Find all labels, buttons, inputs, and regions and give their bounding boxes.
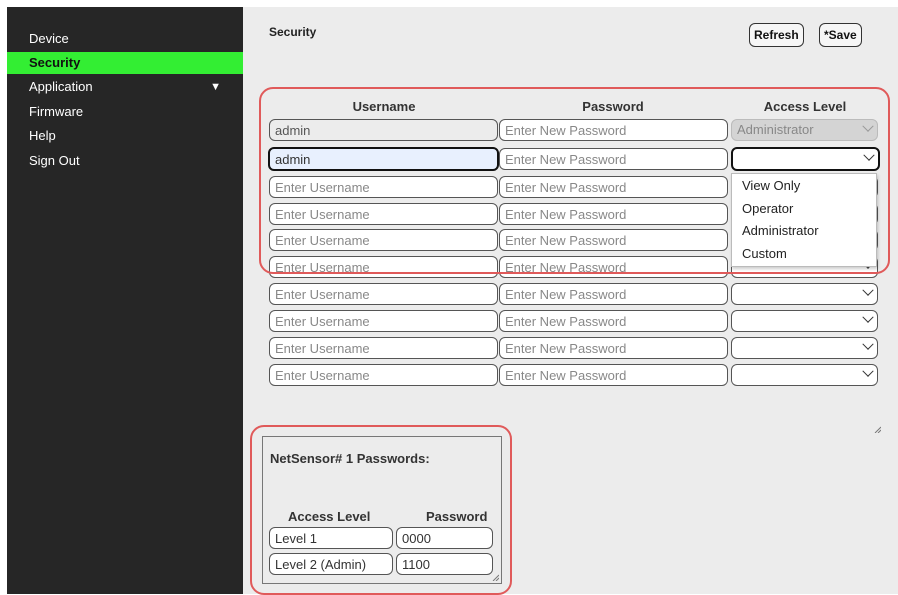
username-field[interactable]: [268, 147, 499, 171]
sidebar-item-application[interactable]: Application ▼: [7, 76, 243, 98]
level-name-field[interactable]: [269, 527, 393, 549]
password-field[interactable]: [499, 203, 728, 225]
username-field[interactable]: [269, 229, 498, 251]
chevron-down-icon: [863, 149, 875, 161]
resize-grip-icon[interactable]: [873, 425, 881, 433]
dropdown-option-custom[interactable]: Custom: [742, 246, 787, 261]
chevron-down-icon: [862, 284, 874, 296]
save-button[interactable]: *Save: [819, 23, 862, 47]
main-content: Security Refresh *Save Username Password…: [243, 7, 898, 595]
caret-down-icon: ▼: [210, 81, 221, 93]
sidebar-item-sign-out[interactable]: Sign Out: [7, 150, 243, 172]
chevron-down-icon: [862, 120, 874, 132]
column-header-access-level: Access Level: [763, 99, 847, 114]
netsensor-title: NetSensor# 1 Passwords:: [270, 451, 430, 466]
username-field[interactable]: [269, 176, 498, 198]
dropdown-option-administrator[interactable]: Administrator: [742, 223, 819, 238]
access-level-select[interactable]: [731, 283, 878, 305]
chevron-down-icon: [862, 365, 874, 377]
access-level-dropdown: View Only Operator Administrator Custom: [731, 173, 877, 267]
resize-grip-icon[interactable]: [491, 573, 499, 581]
access-level-value: Administrator: [737, 122, 814, 137]
password-field[interactable]: [499, 119, 728, 141]
password-field[interactable]: [499, 256, 728, 278]
sidebar-item-firmware[interactable]: Firmware: [7, 101, 243, 123]
access-level-select[interactable]: [731, 364, 878, 386]
password-field[interactable]: [499, 310, 728, 332]
column-header-password: Password: [426, 509, 488, 524]
sidebar-item-security[interactable]: Security: [7, 52, 243, 74]
password-field[interactable]: [499, 176, 728, 198]
chevron-down-icon: [862, 311, 874, 323]
refresh-button[interactable]: Refresh: [749, 23, 804, 47]
username-field[interactable]: [269, 310, 498, 332]
sidebar-item-label: Help: [29, 128, 56, 143]
level-password-field[interactable]: [396, 553, 493, 575]
dropdown-option-operator[interactable]: Operator: [742, 201, 793, 216]
username-field[interactable]: [269, 337, 498, 359]
access-level-select[interactable]: Administrator: [731, 119, 878, 141]
access-level-select[interactable]: [731, 310, 878, 332]
username-field[interactable]: [269, 203, 498, 225]
level-name-field[interactable]: [269, 553, 393, 575]
sidebar-item-help[interactable]: Help: [7, 125, 243, 147]
chevron-down-icon: [862, 338, 874, 350]
username-field[interactable]: [269, 283, 498, 305]
username-field[interactable]: [269, 256, 498, 278]
column-header-access-level: Access Level: [288, 509, 371, 524]
username-field[interactable]: [269, 364, 498, 386]
sidebar: Device Security Application ▼ Firmware He…: [7, 7, 243, 594]
dropdown-option-view-only[interactable]: View Only: [742, 178, 800, 193]
password-field[interactable]: [499, 283, 728, 305]
sidebar-item-label: Firmware: [29, 104, 84, 119]
password-field[interactable]: [499, 364, 728, 386]
password-field[interactable]: [499, 337, 728, 359]
sidebar-item-device[interactable]: Device: [7, 28, 243, 50]
sidebar-item-label: Security: [29, 55, 81, 70]
sidebar-item-label: Device: [29, 31, 69, 46]
sidebar-item-label: Sign Out: [29, 153, 80, 168]
password-field[interactable]: [499, 148, 728, 170]
column-header-password: Password: [582, 99, 644, 114]
password-field[interactable]: [499, 229, 728, 251]
level-password-field[interactable]: [396, 527, 493, 549]
netsensor-panel: NetSensor# 1 Passwords: Access Level Pas…: [262, 436, 502, 584]
username-field[interactable]: [269, 119, 498, 141]
access-level-select[interactable]: [731, 337, 878, 359]
column-header-username: Username: [352, 99, 416, 114]
sidebar-item-label: Application: [29, 79, 93, 94]
access-level-select[interactable]: [731, 147, 880, 171]
page-title: Security: [269, 25, 317, 39]
